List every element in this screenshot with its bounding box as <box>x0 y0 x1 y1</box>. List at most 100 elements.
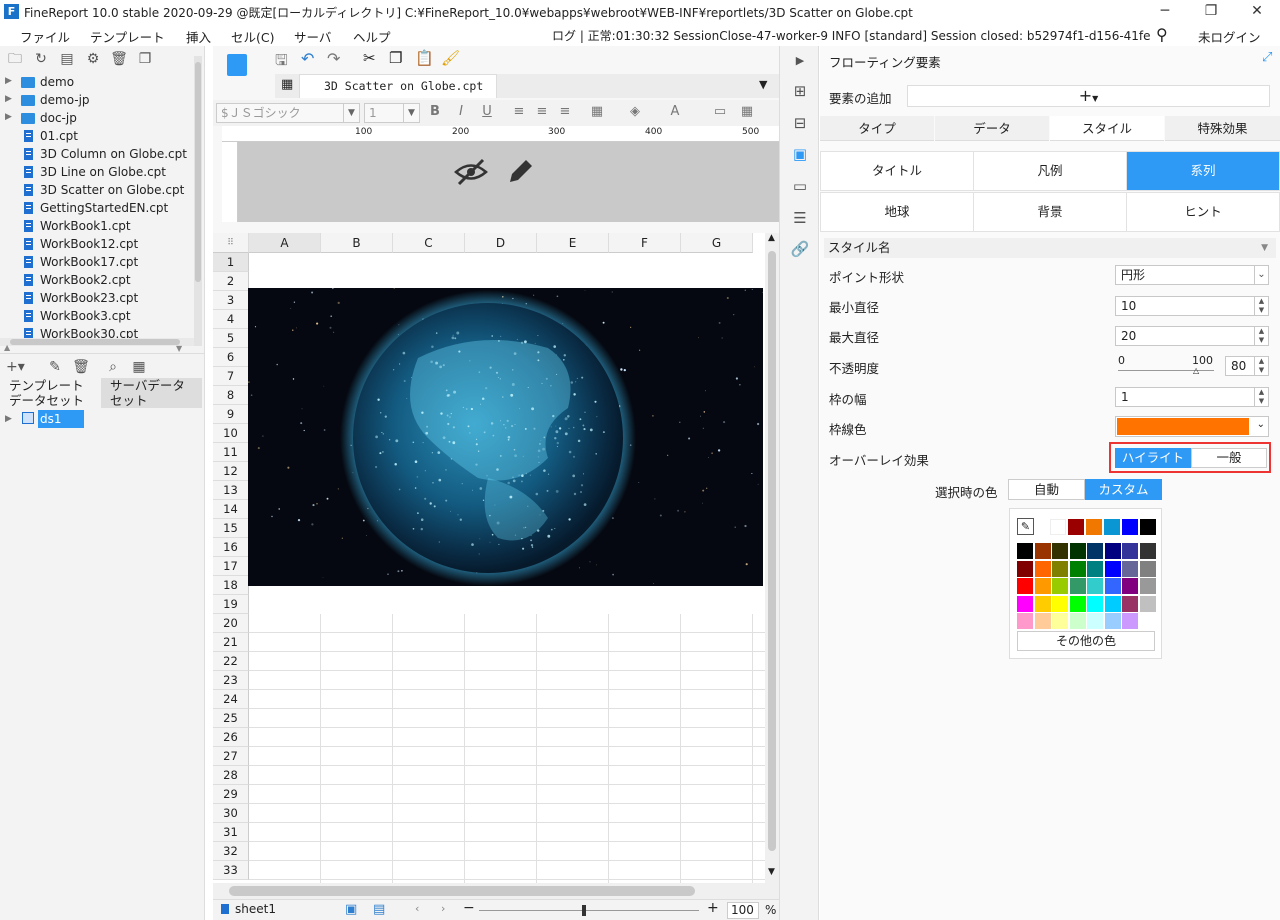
menu-cell[interactable]: セル(C) <box>231 27 274 46</box>
opacity-slider-thumb[interactable]: △ <box>1193 366 1199 375</box>
color-swatch[interactable] <box>1050 519 1066 535</box>
row-header[interactable]: 30 <box>213 804 249 823</box>
row-header[interactable]: 11 <box>213 443 249 462</box>
color-swatch[interactable] <box>1069 543 1086 559</box>
row-header[interactable]: 13 <box>213 481 249 500</box>
column-header[interactable]: B <box>321 233 393 253</box>
row-header[interactable]: 14 <box>213 500 249 519</box>
border-icon[interactable]: ▦ <box>588 104 606 119</box>
color-swatch[interactable] <box>1104 578 1121 594</box>
color-swatch[interactable] <box>1034 560 1051 577</box>
doc-tab[interactable]: 3D Scatter on Globe.cpt <box>299 74 497 98</box>
preview-icon[interactable]: ⌕ <box>104 358 122 376</box>
overlay-normal-button[interactable]: 一般 <box>1191 448 1267 468</box>
redo-icon[interactable]: ↷ <box>327 49 340 68</box>
color-swatch[interactable] <box>1139 595 1156 612</box>
sheet-tab[interactable]: sheet1 <box>235 902 276 916</box>
pencil-icon[interactable] <box>506 156 536 186</box>
color-swatch[interactable] <box>1017 578 1033 594</box>
row-header[interactable]: 3 <box>213 291 249 310</box>
color-swatch[interactable] <box>1087 578 1103 594</box>
search-icon[interactable]: ⚲ <box>1156 25 1168 44</box>
row-header[interactable]: 8 <box>213 386 249 405</box>
color-swatch[interactable] <box>1052 613 1068 629</box>
corner-cell[interactable]: ⠿ <box>213 233 249 253</box>
menu-template[interactable]: テンプレート <box>90 27 165 46</box>
row-header[interactable]: 26 <box>213 728 249 747</box>
row-header[interactable]: 31 <box>213 823 249 842</box>
stepper-icon[interactable]: ▲ ▼ <box>1254 357 1268 375</box>
prev-sheet-icon[interactable]: ‹ <box>415 902 419 915</box>
color-swatch[interactable] <box>1034 578 1051 594</box>
row-header[interactable]: 27 <box>213 747 249 766</box>
bold-icon[interactable]: B <box>426 104 444 119</box>
color-swatch[interactable] <box>1052 578 1068 594</box>
zoom-slider-thumb[interactable] <box>582 905 586 916</box>
section-style-name[interactable]: スタイル名 ▼ <box>824 238 1276 258</box>
tree-scrollbar[interactable] <box>194 56 202 346</box>
color-swatch[interactable] <box>1069 613 1086 629</box>
row-header[interactable]: 29 <box>213 785 249 804</box>
border-color-picker[interactable]: ⌄ <box>1115 416 1269 437</box>
category-title[interactable]: タイトル <box>820 151 974 191</box>
delete-dataset-icon[interactable]: 🗑 <box>72 358 90 376</box>
query-icon[interactable]: ▦ <box>130 358 148 376</box>
border-width-input[interactable]: 1 ▲ ▼ <box>1115 387 1269 407</box>
color-swatch[interactable] <box>1052 560 1068 577</box>
menu-server[interactable]: サーバ <box>294 27 331 46</box>
row-header[interactable]: 2 <box>213 272 249 291</box>
color-swatch[interactable] <box>1068 519 1084 535</box>
more-colors-button[interactable]: その他の色 <box>1017 631 1155 651</box>
copy-icon[interactable]: ❐ <box>136 50 154 68</box>
tab-style[interactable]: スタイル <box>1050 116 1164 141</box>
color-swatch[interactable] <box>1104 560 1121 577</box>
tab-type[interactable]: タイプ <box>820 116 934 141</box>
color-swatch[interactable] <box>1140 519 1156 535</box>
hide-icon[interactable] <box>454 157 488 187</box>
color-swatch[interactable] <box>1139 543 1156 559</box>
row-header[interactable]: 15 <box>213 519 249 538</box>
expand-arrow-icon[interactable]: ▶ <box>5 76 12 86</box>
merge-icon[interactable]: ▭ <box>711 104 729 119</box>
grid-hscrollbar[interactable] <box>213 883 779 899</box>
color-swatch[interactable] <box>1139 560 1156 577</box>
expand-panel-icon[interactable]: ▶ <box>790 52 810 70</box>
hyperlink-icon[interactable]: 🔗 <box>790 240 810 258</box>
row-header[interactable]: 21 <box>213 633 249 652</box>
color-swatch[interactable] <box>1034 543 1051 559</box>
row-header[interactable]: 19 <box>213 595 249 614</box>
color-swatch[interactable] <box>1104 519 1120 535</box>
restore-icon[interactable]: ❐ <box>1188 0 1234 24</box>
column-header[interactable]: F <box>609 233 681 253</box>
zoom-in-icon[interactable]: + <box>707 900 719 916</box>
column-header[interactable]: C <box>393 233 465 253</box>
color-swatch[interactable] <box>1017 560 1033 577</box>
color-swatch[interactable] <box>1122 613 1138 629</box>
font-color-icon[interactable]: A <box>666 104 684 119</box>
row-header[interactable]: 24 <box>213 690 249 709</box>
cell-attr-icon[interactable]: ⊞ <box>790 82 810 100</box>
row-header[interactable]: 32 <box>213 842 249 861</box>
color-swatch[interactable] <box>1104 613 1121 629</box>
row-header[interactable]: 33 <box>213 861 249 880</box>
new-folder-icon[interactable]: 🗀 <box>6 50 24 68</box>
close-icon[interactable]: ✕ <box>1234 0 1280 24</box>
tree-hscrollbar[interactable] <box>0 338 194 346</box>
menu-help[interactable]: ヘルプ <box>353 27 391 46</box>
underline-icon[interactable]: U <box>478 104 496 119</box>
color-swatch[interactable] <box>1069 578 1086 594</box>
category-series[interactable]: 系列 <box>1126 151 1280 191</box>
row-header[interactable]: 1 <box>213 253 249 272</box>
point-shape-select[interactable]: 円形 ⌄ <box>1115 265 1269 285</box>
align-left-icon[interactable]: ≡ <box>510 104 528 119</box>
column-header[interactable]: A <box>249 233 321 253</box>
align-right-icon[interactable]: ≡ <box>556 104 574 119</box>
splitter[interactable]: ▲ ▼ <box>0 343 205 354</box>
color-swatch[interactable] <box>1087 595 1103 612</box>
stepper-icon[interactable]: ▲ ▼ <box>1254 297 1268 315</box>
tab-menu-icon[interactable]: ▼ <box>759 78 767 91</box>
expand-arrow-icon[interactable]: ▶ <box>5 94 12 104</box>
color-swatch[interactable] <box>1087 560 1103 577</box>
floating-element-icon[interactable]: ▣ <box>790 145 810 163</box>
italic-icon[interactable]: I <box>452 104 470 119</box>
